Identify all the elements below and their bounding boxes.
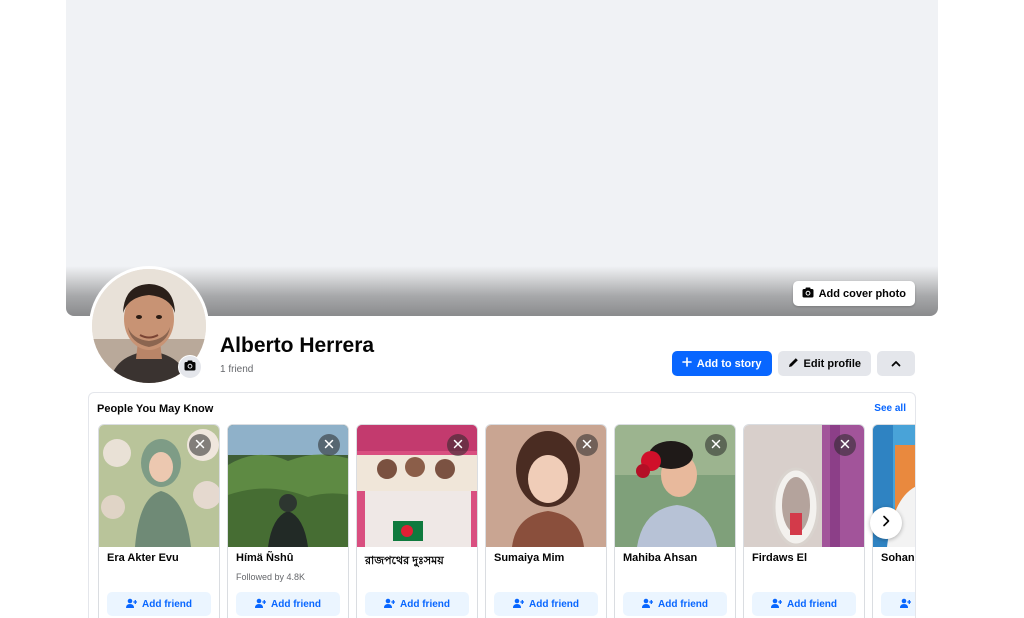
collapse-button[interactable] bbox=[877, 351, 915, 376]
edit-profile-button[interactable]: Edit profile bbox=[777, 351, 871, 376]
add-friend-label: Add friend bbox=[400, 598, 450, 610]
add-friend-button[interactable]: Add friend bbox=[236, 592, 340, 616]
add-friend-icon bbox=[126, 598, 137, 611]
add-to-story-button[interactable]: Add to story bbox=[671, 351, 772, 376]
next-suggestions-button[interactable] bbox=[870, 507, 902, 539]
add-friend-button[interactable]: Add friend bbox=[752, 592, 856, 616]
person-name[interactable]: Sohan I bbox=[881, 552, 915, 564]
person-name[interactable]: রাজপথের দুঃসময় bbox=[365, 552, 444, 571]
person-subtitle: Followed by 4.8K bbox=[236, 572, 306, 582]
close-icon bbox=[453, 436, 463, 454]
add-friend-button[interactable]: Add friend bbox=[623, 592, 727, 616]
add-to-story-label: Add to story bbox=[696, 357, 762, 370]
suggestion-card[interactable]: রাজপথের দুঃসময় Add friend bbox=[356, 424, 478, 618]
profile-name: Alberto Herrera bbox=[220, 334, 375, 357]
profile-page: Add cover photo Alberto Herrera 1 friend bbox=[0, 0, 1024, 618]
suggestion-card[interactable]: Era Akter Evu Add friend bbox=[98, 424, 220, 618]
add-friend-label: Add friend bbox=[142, 598, 192, 610]
dismiss-suggestion-button[interactable] bbox=[834, 434, 856, 456]
update-profile-picture-button[interactable] bbox=[178, 355, 202, 379]
add-friend-icon bbox=[642, 598, 653, 611]
profile-avatar[interactable] bbox=[89, 266, 209, 386]
edit-profile-label: Edit profile bbox=[803, 357, 861, 370]
add-friend-label: Add friend bbox=[271, 598, 321, 610]
plus-icon bbox=[681, 357, 692, 370]
person-name[interactable]: Firdaws El bbox=[752, 552, 807, 564]
add-friend-label: Add friend bbox=[529, 598, 579, 610]
friends-count-link[interactable]: 1 friend bbox=[220, 364, 253, 375]
dismiss-suggestion-button[interactable] bbox=[318, 434, 340, 456]
dismiss-suggestion-button[interactable] bbox=[705, 434, 727, 456]
close-icon bbox=[324, 436, 334, 454]
camera-icon bbox=[802, 287, 814, 301]
add-friend-icon bbox=[384, 598, 395, 611]
suggestion-cards: Era Akter Evu Add friend Hímä Ñshû Follo… bbox=[98, 424, 915, 618]
add-friend-label: Add friend bbox=[787, 598, 837, 610]
close-icon bbox=[711, 436, 721, 454]
dismiss-suggestion-button[interactable] bbox=[189, 434, 211, 456]
suggestion-card[interactable]: Mahiba Ahsan Add friend bbox=[614, 424, 736, 618]
profile-actions: Add to story Edit profile bbox=[671, 351, 915, 376]
see-all-link[interactable]: See all bbox=[874, 403, 906, 414]
pencil-icon bbox=[788, 357, 799, 371]
add-friend-icon bbox=[513, 598, 524, 611]
person-name[interactable]: Mahiba Ahsan bbox=[623, 552, 697, 564]
suggestion-card[interactable]: Sumaiya Mim Add friend bbox=[485, 424, 607, 618]
camera-icon bbox=[184, 358, 196, 376]
people-you-may-know-section: People You May Know See all Era Akter Ev… bbox=[88, 392, 916, 618]
add-friend-icon bbox=[900, 598, 911, 611]
close-icon bbox=[582, 436, 592, 454]
close-icon bbox=[840, 436, 850, 454]
suggestion-card[interactable]: Firdaws El Add friend bbox=[743, 424, 865, 618]
person-name[interactable]: Era Akter Evu bbox=[107, 552, 179, 564]
add-friend-button[interactable]: Add friend bbox=[107, 592, 211, 616]
cover-photo-area: Add cover photo bbox=[66, 0, 938, 316]
chevron-up-icon bbox=[891, 358, 901, 370]
person-name[interactable]: Hímä Ñshû bbox=[236, 552, 293, 564]
chevron-right-icon bbox=[882, 514, 890, 532]
person-name[interactable]: Sumaiya Mim bbox=[494, 552, 564, 564]
add-friend-button[interactable]: Add friend bbox=[494, 592, 598, 616]
suggestion-card[interactable]: Hímä Ñshû Followed by 4.8K Add friend bbox=[227, 424, 349, 618]
add-friend-button[interactable]: Add friend bbox=[365, 592, 469, 616]
add-friend-icon bbox=[255, 598, 266, 611]
add-cover-photo-button[interactable]: Add cover photo bbox=[792, 281, 915, 306]
add-friend-button[interactable]: Add friend bbox=[881, 592, 915, 616]
add-cover-photo-label: Add cover photo bbox=[818, 287, 906, 300]
section-title: People You May Know bbox=[97, 403, 214, 415]
dismiss-suggestion-button[interactable] bbox=[576, 434, 598, 456]
add-friend-icon bbox=[771, 598, 782, 611]
close-icon bbox=[195, 436, 205, 454]
dismiss-suggestion-button[interactable] bbox=[447, 434, 469, 456]
add-friend-label: Add friend bbox=[658, 598, 708, 610]
